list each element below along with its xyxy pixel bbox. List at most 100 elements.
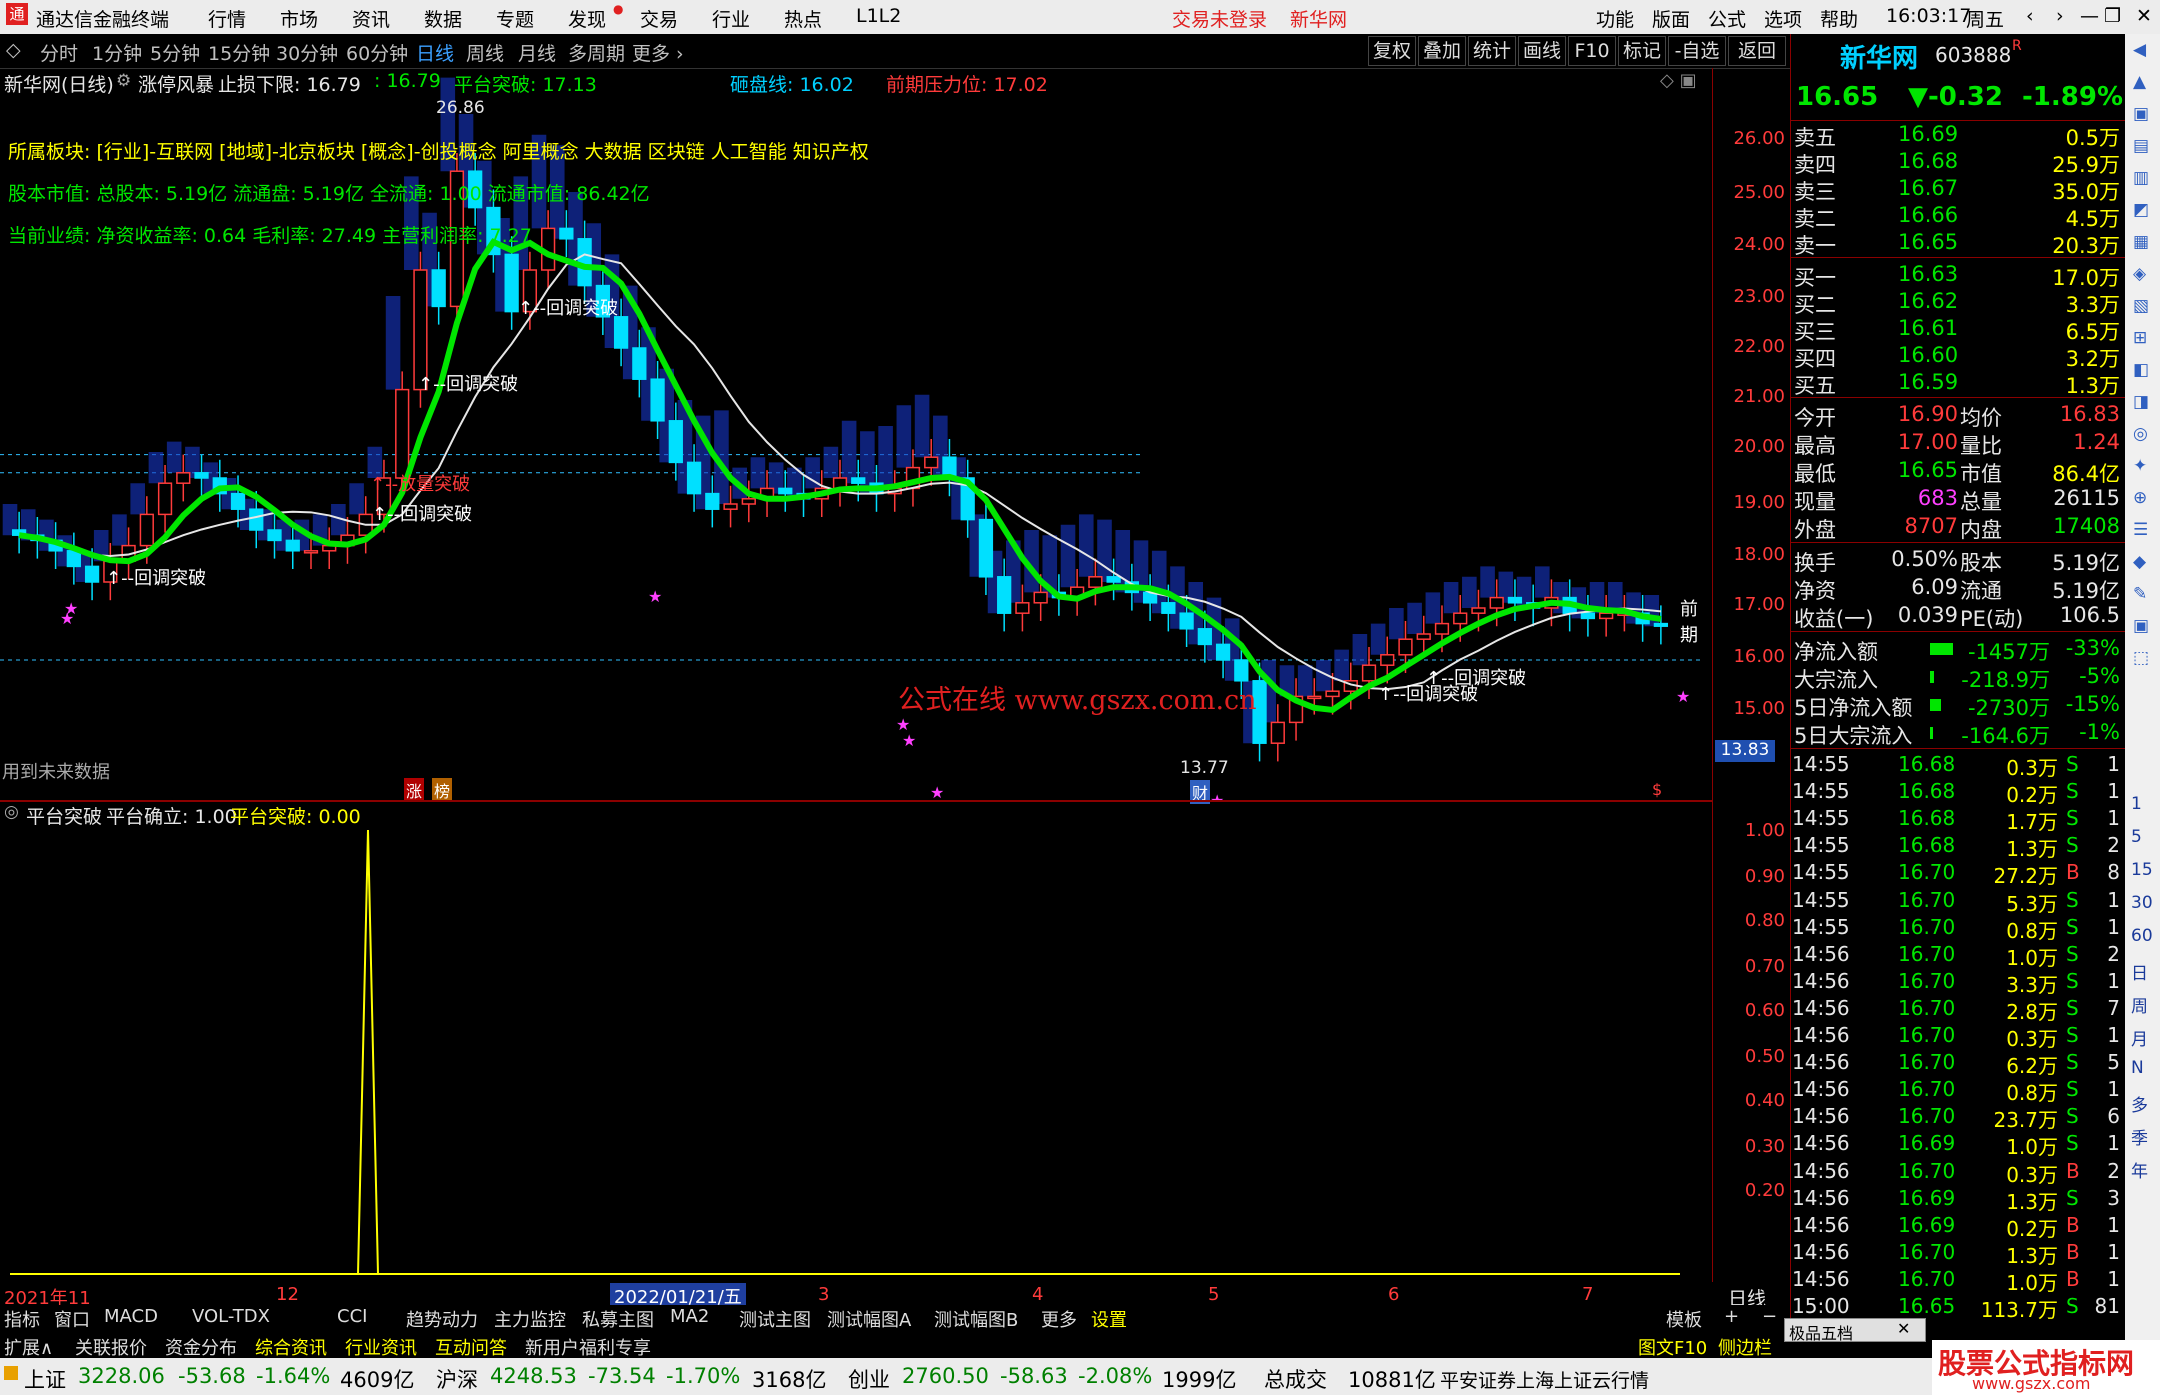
menu-item[interactable]: 行情 bbox=[208, 5, 246, 32]
period-shortcut[interactable]: 60 bbox=[2131, 926, 2153, 946]
menu-item[interactable]: 专题 bbox=[496, 5, 534, 32]
tool-icon[interactable]: ▣ bbox=[2133, 104, 2149, 124]
bottom-tab[interactable]: 私募主图 bbox=[582, 1306, 654, 1332]
tool-icon[interactable]: ☰ bbox=[2133, 520, 2148, 540]
template-button[interactable]: 模板 bbox=[1666, 1306, 1702, 1332]
period-shortcut[interactable]: 30 bbox=[2131, 893, 2153, 913]
dividend-badge[interactable]: $ bbox=[1652, 780, 1662, 799]
toolbar-button[interactable]: 叠加 bbox=[1418, 36, 1466, 66]
period-shortcut[interactable]: 1 bbox=[2131, 794, 2142, 814]
period-button-active[interactable]: 日线 bbox=[416, 39, 454, 66]
bottom-tab[interactable]: 指标 bbox=[4, 1306, 40, 1332]
toolbar-button[interactable]: 画线 bbox=[1518, 36, 1566, 66]
period-shortcut[interactable]: 5 bbox=[2131, 827, 2142, 847]
indicator-svg[interactable] bbox=[0, 800, 1712, 1282]
period-button[interactable]: 1分钟 bbox=[92, 39, 142, 66]
minimize-icon[interactable]: — bbox=[2080, 5, 2099, 27]
bottom-tab[interactable]: CCI bbox=[337, 1306, 367, 1327]
bottom-tab[interactable]: 更多 bbox=[1041, 1306, 1077, 1332]
more-periods-button[interactable]: 更多 › bbox=[632, 39, 684, 66]
add-tab-button[interactable]: + bbox=[1724, 1306, 1739, 1327]
menu-item[interactable]: 行业 bbox=[712, 5, 750, 32]
period-shortcut[interactable]: N bbox=[2131, 1058, 2144, 1078]
limit-up-badge[interactable]: 涨 bbox=[404, 778, 425, 802]
tool-icon[interactable]: ✦ bbox=[2133, 456, 2147, 476]
bottom-tab[interactable]: MACD bbox=[104, 1306, 158, 1327]
indicator-name[interactable]: 涨停风暴 bbox=[138, 70, 214, 97]
sub-indicator-name[interactable]: 平台突破 bbox=[26, 802, 102, 829]
popup-close-icon[interactable]: ✕ bbox=[1897, 1319, 1910, 1338]
menu-item[interactable]: 版面 bbox=[1652, 5, 1690, 32]
tool-icon[interactable]: ◀ bbox=[2133, 40, 2146, 60]
maximize-icon[interactable]: ❐ bbox=[2104, 5, 2121, 27]
index-label[interactable]: 创业 bbox=[848, 1364, 890, 1394]
tool-icon[interactable]: ◎ bbox=[2133, 424, 2148, 444]
nav-back-icon[interactable]: ‹ bbox=[2026, 5, 2034, 27]
bottom-tab[interactable]: 测试幅图B bbox=[934, 1306, 1018, 1332]
trade-status[interactable]: 交易未登录 bbox=[1172, 5, 1267, 32]
extension-tab[interactable]: 关联报价 bbox=[75, 1334, 147, 1360]
menu-item[interactable]: L1L2 bbox=[856, 5, 901, 27]
period-button[interactable]: 分时 bbox=[40, 39, 78, 66]
tool-icon[interactable]: ⊞ bbox=[2133, 328, 2147, 348]
indicator-toggle-icon[interactable]: ◎ bbox=[4, 802, 19, 822]
tool-icon[interactable]: ▣ bbox=[2133, 616, 2149, 636]
tool-icon[interactable]: ◈ bbox=[2133, 264, 2146, 284]
main-kline-chart[interactable]: ★★★★★★★★ 新华网(日线) ⚙ 涨停风暴 止损下限: 16.79 : 16… bbox=[0, 68, 1712, 804]
bottom-tab[interactable]: 趋势动力 bbox=[406, 1306, 478, 1332]
tool-icon[interactable]: ▲ bbox=[2133, 72, 2146, 92]
sidebar-tab[interactable]: 侧边栏 bbox=[1718, 1334, 1772, 1360]
menu-item[interactable]: 交易 bbox=[640, 5, 678, 32]
toolbar-button[interactable]: 复权 bbox=[1368, 36, 1416, 66]
f10-tab[interactable]: 图文F10 bbox=[1638, 1334, 1707, 1360]
menu-item[interactable]: 发现 bbox=[568, 5, 606, 32]
period-shortcut[interactable]: 周 bbox=[2131, 992, 2148, 1017]
period-button[interactable]: 60分钟 bbox=[346, 39, 408, 66]
tool-icon[interactable]: ⊕ bbox=[2133, 488, 2147, 508]
bottom-tab[interactable]: MA2 bbox=[670, 1306, 709, 1327]
period-button[interactable]: 5分钟 bbox=[150, 39, 200, 66]
extension-tab[interactable]: 互动问答 bbox=[435, 1334, 507, 1360]
period-shortcut[interactable]: 月 bbox=[2131, 1025, 2148, 1050]
bottom-tab[interactable]: 设置 bbox=[1091, 1306, 1127, 1332]
index-label[interactable]: 上证 bbox=[24, 1364, 66, 1394]
tool-icon[interactable]: ◧ bbox=[2133, 360, 2149, 380]
tool-icon[interactable]: ▧ bbox=[2133, 296, 2149, 316]
toolbar-button[interactable]: -自选 bbox=[1668, 36, 1726, 66]
menu-item[interactable]: 数据 bbox=[424, 5, 462, 32]
bottom-tab[interactable]: VOL-TDX bbox=[192, 1306, 270, 1327]
period-button[interactable]: 多周期 bbox=[568, 39, 625, 66]
bottom-tab[interactable]: 主力监控 bbox=[494, 1306, 566, 1332]
period-button[interactable]: 30分钟 bbox=[276, 39, 338, 66]
bottom-tab[interactable]: 窗口 bbox=[54, 1306, 90, 1332]
period-shortcut[interactable]: 多 bbox=[2131, 1091, 2148, 1116]
extension-tab[interactable]: 新用户福利专享 bbox=[525, 1334, 651, 1360]
rank-badge[interactable]: 榜 bbox=[432, 778, 453, 802]
extension-tab[interactable]: 行业资讯 bbox=[345, 1334, 417, 1360]
nav-forward-icon[interactable]: › bbox=[2056, 5, 2064, 27]
extension-tab[interactable]: 扩展∧ bbox=[4, 1334, 53, 1360]
bottom-tab[interactable]: 测试幅图A bbox=[827, 1306, 911, 1332]
chart-toggle-icon[interactable]: ◇ ▣ bbox=[1660, 70, 1697, 91]
tool-icon[interactable]: ▦ bbox=[2133, 232, 2149, 252]
period-button[interactable]: 15分钟 bbox=[208, 39, 270, 66]
bottom-tab[interactable]: 测试主图 bbox=[739, 1306, 811, 1332]
tool-icon[interactable]: ◨ bbox=[2133, 392, 2149, 412]
toolbar-button[interactable]: 统计 bbox=[1468, 36, 1516, 66]
extension-tab[interactable]: 资金分布 bbox=[165, 1334, 237, 1360]
toolbar-button[interactable]: 返回 bbox=[1728, 36, 1786, 66]
menu-item[interactable]: 功能 bbox=[1596, 5, 1634, 32]
period-shortcut[interactable]: 日 bbox=[2131, 959, 2148, 984]
menu-item[interactable]: 选项 bbox=[1764, 5, 1802, 32]
period-button[interactable]: 月线 bbox=[518, 39, 556, 66]
tool-icon[interactable]: ◆ bbox=[2133, 552, 2146, 572]
remove-tab-button[interactable]: − bbox=[1762, 1306, 1777, 1327]
menu-item[interactable]: 公式 bbox=[1708, 5, 1746, 32]
period-shortcut[interactable]: 季 bbox=[2131, 1124, 2148, 1149]
period-shortcut[interactable]: 年 bbox=[2131, 1157, 2148, 1182]
extension-tab[interactable]: 综合资讯 bbox=[255, 1334, 327, 1360]
sub-indicator-chart[interactable]: ◎ 平台突破 平台确立: 1.00 平台突破: 0.00 bbox=[0, 800, 1712, 1282]
menu-item[interactable]: 资讯 bbox=[352, 5, 390, 32]
toolbar-collapse-icon[interactable]: ◇ bbox=[6, 39, 21, 61]
menu-item[interactable]: 帮助 bbox=[1820, 5, 1858, 32]
